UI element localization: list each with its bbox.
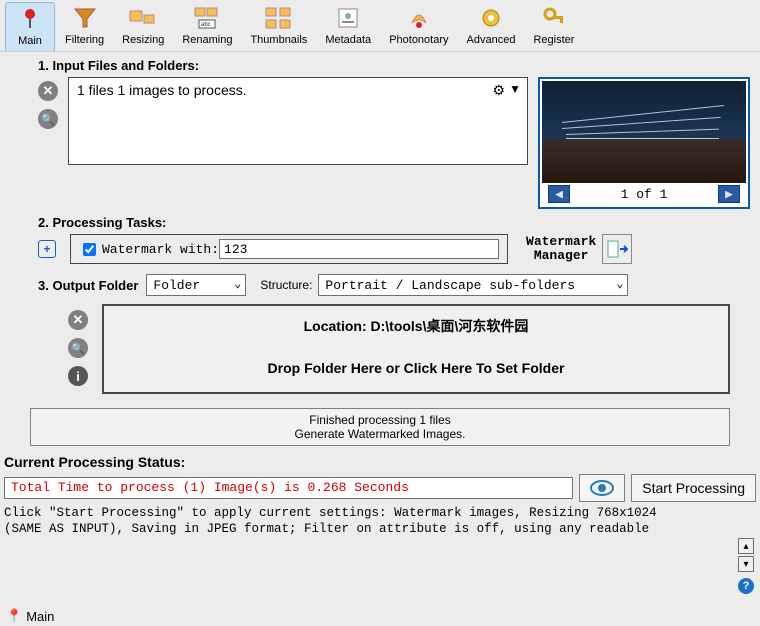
thumbnails-icon — [263, 4, 295, 32]
tab-advanced[interactable]: Advanced — [459, 2, 524, 51]
main-pin-icon — [14, 5, 46, 33]
photonotary-icon — [403, 4, 435, 32]
processing-log: Click "Start Processing" to apply curren… — [4, 506, 736, 537]
tab-label: Resizing — [122, 34, 164, 46]
key-icon — [538, 4, 570, 32]
structure-select[interactable]: Portrait / Landscape sub-folders — [318, 274, 628, 296]
tasks-section-title: 2. Processing Tasks: — [38, 215, 760, 230]
watermark-manager-button[interactable]: Watermark Manager — [526, 235, 596, 262]
tab-renaming[interactable]: abc Renaming — [174, 2, 240, 51]
gear-icon — [475, 4, 507, 32]
tab-label: Filtering — [65, 34, 104, 46]
scroll-up-button[interactable]: ▴ — [738, 538, 754, 554]
preview-image[interactable] — [542, 81, 746, 183]
output-folder-select[interactable]: Folder — [146, 274, 246, 296]
tab-metadata[interactable]: Metadata — [317, 2, 379, 51]
output-location-text: Location: D:\tools\桌面\河东软件园 — [112, 316, 720, 336]
watermark-manager-icon[interactable] — [602, 234, 632, 264]
tab-main[interactable]: Main — [5, 2, 55, 51]
log-line: (SAME AS INPUT), Saving in JPEG format; … — [4, 522, 736, 538]
scroll-down-button[interactable]: ▾ — [738, 556, 754, 572]
status-line1: Finished processing 1 files — [35, 413, 725, 427]
log-line: Click "Start Processing" to apply curren… — [4, 506, 736, 522]
tab-label: Thumbnails — [250, 34, 307, 46]
add-task-button[interactable]: + — [38, 240, 56, 258]
structure-label: Structure: — [260, 278, 312, 292]
clear-input-icon[interactable]: ✕ — [38, 81, 58, 101]
preview-next-button[interactable]: ▶ — [718, 185, 740, 203]
input-settings-icon[interactable]: ⚙ — [492, 82, 505, 99]
tab-label: Advanced — [467, 34, 516, 46]
watermark-text-input[interactable] — [219, 239, 499, 259]
tab-resizing[interactable]: Resizing — [114, 2, 172, 51]
watermark-task-box: Watermark with: — [70, 234, 508, 264]
status-line2: Generate Watermarked Images. — [35, 427, 725, 441]
tab-label: Renaming — [182, 34, 232, 46]
preview-results-button[interactable] — [579, 474, 625, 502]
zoom-output-icon[interactable]: 🔍 — [68, 338, 88, 358]
input-dropdown-icon[interactable]: ▼ — [509, 82, 521, 96]
cps-title: Current Processing Status: — [4, 454, 760, 470]
preview-panel: ◀ 1 of 1 ▶ — [538, 77, 750, 209]
tab-filtering[interactable]: Filtering — [57, 2, 112, 51]
funnel-icon — [69, 4, 101, 32]
footer-main-tab[interactable]: 📍 Main — [6, 608, 54, 624]
tab-label: Photonotary — [389, 34, 448, 46]
footer-pin-icon: 📍 — [6, 608, 22, 624]
main-toolbar: Main Filtering Resizing abc Renaming Thu… — [0, 0, 760, 52]
resize-icon — [127, 4, 159, 32]
processing-time-box: Total Time to process (1) Image(s) is 0.… — [4, 477, 573, 499]
footer-main-label: Main — [26, 609, 54, 624]
output-info-icon[interactable]: i — [68, 366, 88, 386]
metadata-icon — [332, 4, 364, 32]
preview-pager-text: 1 of 1 — [621, 187, 668, 202]
start-processing-button[interactable]: Start Processing — [631, 474, 756, 502]
input-summary-text: 1 files 1 images to process. — [77, 82, 247, 98]
tab-label: Main — [18, 35, 42, 47]
output-dropzone[interactable]: Location: D:\tools\桌面\河东软件园 Drop Folder … — [102, 304, 730, 394]
tab-label: Metadata — [325, 34, 371, 46]
rename-icon: abc — [191, 4, 223, 32]
progress-status-bar: Finished processing 1 files Generate Wat… — [30, 408, 730, 446]
input-section-title: 1. Input Files and Folders: — [38, 58, 760, 73]
clear-output-icon[interactable]: ✕ — [68, 310, 88, 330]
zoom-input-icon[interactable]: 🔍 — [38, 109, 58, 129]
output-section-title: 3. Output Folder — [38, 278, 138, 293]
help-icon[interactable]: ? — [738, 578, 754, 594]
tab-photonotary[interactable]: Photonotary — [381, 2, 456, 51]
preview-prev-button[interactable]: ◀ — [548, 185, 570, 203]
output-dropzone-hint: Drop Folder Here or Click Here To Set Fo… — [112, 360, 720, 376]
tab-label: Register — [533, 34, 574, 46]
input-files-box[interactable]: 1 files 1 images to process. ⚙ ▼ — [68, 77, 528, 165]
watermark-checkbox[interactable] — [83, 243, 96, 256]
tab-thumbnails[interactable]: Thumbnails — [242, 2, 315, 51]
svg-text:abc: abc — [201, 22, 211, 28]
watermark-label: Watermark with: — [102, 242, 219, 257]
tab-register[interactable]: Register — [525, 2, 582, 51]
